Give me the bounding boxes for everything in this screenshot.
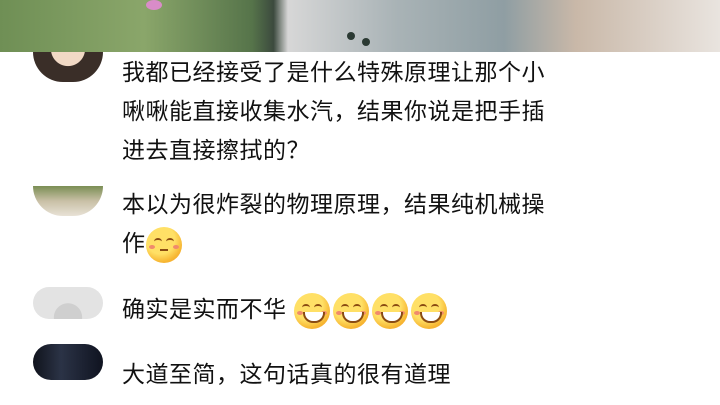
grinning-face-emoji (411, 292, 448, 329)
avatar[interactable] (33, 287, 103, 319)
comment-text: 我都已经接受了是什么特殊原理让那个小 啾啾能直接收集水汽，结果你说是把手插 进去… (122, 54, 545, 171)
comment-text: 大道至简，这句话真的很有道理 (122, 356, 451, 395)
avatar[interactable] (33, 344, 103, 380)
grinning-face-emoji (372, 292, 409, 329)
comment-line: 本以为很炸裂的物理原理，结果纯机械操 (122, 192, 545, 218)
comment-text: 本以为很炸裂的物理原理，结果纯机械操 作 (122, 186, 545, 264)
grinning-face-emoji (333, 292, 370, 329)
comment-line: 作 (122, 231, 146, 257)
grinning-face-emoji (294, 292, 331, 329)
comment-line: 我都已经接受了是什么特殊原理让那个小 (122, 60, 545, 86)
comment-text: 确实是实而不华 (122, 291, 450, 330)
video-preview-strip[interactable] (0, 0, 720, 52)
speechless-face-emoji (145, 226, 182, 263)
comment-line: 进去直接擦拭的？ (122, 138, 310, 164)
video-thumbnail-detail (146, 0, 162, 10)
comment-line: 大道至简，这句话真的很有道理 (122, 362, 451, 388)
avatar[interactable] (33, 52, 103, 82)
comment-line-with-emoji: 作 (122, 225, 545, 264)
avatar[interactable] (33, 186, 103, 216)
video-thumbnail-detail (362, 38, 370, 46)
video-thumbnail-detail (347, 32, 355, 40)
comment-line: 啾啾能直接收集水汽，结果你说是把手插 (122, 99, 545, 125)
comment-line: 确实是实而不华 (122, 297, 287, 323)
